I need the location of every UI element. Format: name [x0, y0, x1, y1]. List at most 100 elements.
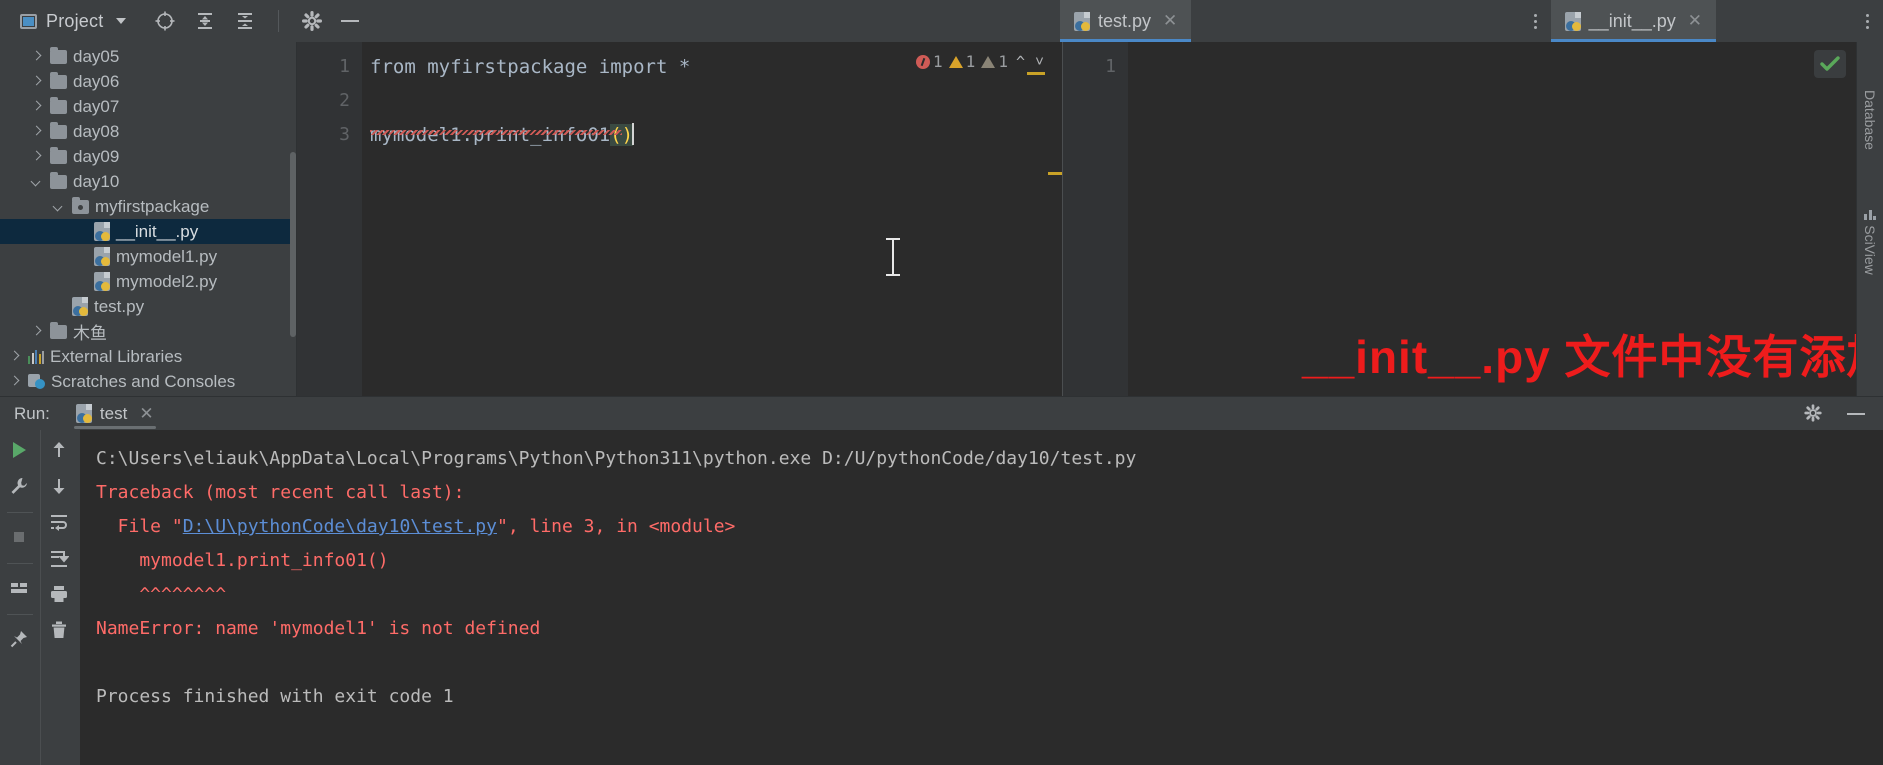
inspection-widget[interactable]: 1 1 1 ^ ˅ — [916, 52, 1046, 71]
chevron-right-icon[interactable] — [30, 50, 44, 64]
annotation-text: __init__.py 文件中没有添加__all__ — [1302, 331, 1883, 383]
project-label: Project — [46, 10, 104, 31]
tree-item-label: mymodel1.py — [116, 246, 218, 266]
tree-item-label: day05 — [73, 46, 120, 66]
weak-warning-badge[interactable]: 1 — [981, 52, 1008, 71]
sciview-icon — [1864, 210, 1876, 220]
console-line: NameError: name 'mymodel1' is not define… — [96, 618, 541, 639]
gear-icon[interactable] — [301, 10, 323, 32]
chevron-down-icon[interactable] — [52, 200, 66, 214]
python-file-icon — [75, 404, 92, 423]
tree-item-day05[interactable]: day05 — [0, 44, 296, 69]
tree-item-external-libraries[interactable]: External Libraries — [0, 344, 296, 369]
close-icon[interactable]: ✕ — [1688, 11, 1702, 31]
stop-icon[interactable] — [9, 527, 31, 549]
chevron-right-icon[interactable] — [30, 75, 44, 89]
tree-item-scratches-and-consoles[interactable]: Scratches and Consoles — [0, 369, 296, 394]
tree-item-[interactable]: 木鱼 — [0, 319, 296, 344]
collapse-all-icon[interactable] — [234, 10, 256, 32]
chevron-right-icon[interactable] — [30, 325, 44, 339]
tree-scrollbar[interactable] — [290, 152, 296, 337]
editor-code-left[interactable]: from myfirstpackage import * mymodel1.pr… — [362, 42, 1062, 396]
hide-panel-icon[interactable] — [1847, 403, 1869, 425]
locate-icon[interactable] — [154, 10, 176, 32]
editor-area: 1 2 3 from myfirstpackage import * mymod… — [297, 42, 1883, 396]
editor-tab-test-py[interactable]: test.py ✕ — [1060, 0, 1192, 42]
project-tree[interactable]: day05 day06 day07 day08 day09 day10 myfirstpac… — [0, 42, 296, 396]
tool-window-sciview[interactable]: SciView — [1862, 225, 1878, 275]
tree-item-label: Scratches and Consoles — [51, 371, 236, 391]
expand-all-icon[interactable] — [194, 10, 216, 32]
editor-test-py[interactable]: 1 2 3 from myfirstpackage import * mymod… — [297, 42, 1063, 396]
soft-wrap-icon[interactable] — [49, 512, 71, 534]
console-line: mymodel1.print_info01() — [96, 550, 389, 571]
trash-icon[interactable] — [49, 620, 71, 642]
tool-window-database[interactable]: Database — [1862, 90, 1878, 150]
console-file-link[interactable]: D:\U\pythonCode\day10\test.py — [183, 516, 497, 537]
gear-icon[interactable] — [1803, 403, 1825, 425]
tab-options-icon[interactable] — [1866, 13, 1869, 29]
tree-item-mymodel1-py[interactable]: mymodel1.py — [0, 244, 296, 269]
chevron-right-icon[interactable] — [30, 150, 44, 164]
arrow-down-icon[interactable] — [49, 476, 71, 498]
run-icon[interactable] — [9, 440, 31, 462]
scroll-to-end-icon[interactable] — [49, 548, 71, 570]
pin-icon[interactable] — [9, 629, 31, 651]
inspection-highlight-bar — [1027, 72, 1045, 75]
run-toolbar — [0, 430, 80, 765]
chevron-right-icon[interactable] — [30, 125, 44, 139]
code-line-3-text: mymodel1.print_info01 — [370, 124, 611, 146]
error-badge[interactable]: 1 — [916, 52, 943, 71]
close-icon[interactable]: ✕ — [139, 404, 153, 424]
run-console-output[interactable]: C:\Users\eliauk\AppData\Local\Programs\P… — [80, 430, 1883, 765]
folder-icon — [50, 321, 67, 339]
warning-icon — [948, 55, 963, 68]
project-window-icon — [20, 13, 37, 29]
prev-problem-icon[interactable]: ^ — [1014, 53, 1027, 71]
next-problem-icon[interactable]: ˅ — [1033, 52, 1046, 71]
chevron-right-icon[interactable] — [30, 100, 44, 114]
folder-icon — [50, 96, 67, 114]
chevron-down-icon[interactable] — [116, 18, 127, 24]
warning-stripe — [1048, 172, 1062, 175]
weak-warning-count: 1 — [998, 52, 1008, 71]
wrench-icon[interactable] — [9, 476, 31, 498]
error-icon — [916, 54, 931, 69]
tree-item-mymodel2-py[interactable]: mymodel2.py — [0, 269, 296, 294]
tree-item-day10[interactable]: day10 — [0, 169, 296, 194]
tree-item-day07[interactable]: day07 — [0, 94, 296, 119]
tab-options-icon[interactable] — [1533, 13, 1537, 29]
editor-tab-init-py[interactable]: __init__.py ✕ — [1550, 0, 1717, 42]
close-icon[interactable]: ✕ — [1163, 11, 1177, 31]
tree-item-day06[interactable]: day06 — [0, 69, 296, 94]
warning-badge[interactable]: 1 — [948, 52, 975, 71]
chevron-right-icon[interactable] — [8, 350, 22, 364]
python-file-icon — [1074, 11, 1090, 31]
text-caret — [632, 123, 635, 145]
print-icon[interactable] — [49, 584, 71, 606]
line-number: 3 — [339, 124, 350, 145]
tree-item-label: __init__.py — [116, 221, 199, 241]
console-line: C:\Users\eliauk\AppData\Local\Programs\P… — [96, 448, 1137, 469]
arrow-up-icon[interactable] — [49, 440, 71, 462]
chevron-right-icon[interactable] — [8, 375, 22, 389]
tree-item-day09[interactable]: day09 — [0, 144, 296, 169]
layout-icon[interactable] — [9, 578, 31, 600]
line-number: 2 — [339, 90, 350, 111]
run-panel-header-actions — [1803, 403, 1869, 425]
tree-item-day08[interactable]: day08 — [0, 119, 296, 144]
project-view-button[interactable]: Project — [14, 8, 132, 35]
tree-item-label: day08 — [73, 121, 120, 141]
run-config-tab[interactable]: test ✕ — [66, 397, 164, 430]
tree-item-init-py[interactable]: __init__.py — [0, 219, 296, 244]
console-line: Process finished with exit code 1 — [96, 686, 454, 707]
chevron-down-icon[interactable] — [30, 175, 44, 189]
package-folder-icon — [72, 196, 89, 214]
tree-item-label: day10 — [73, 171, 120, 191]
right-tool-strip: Database SciView — [1856, 42, 1883, 396]
tree-item-myfirstpackage[interactable]: myfirstpackage — [0, 194, 296, 219]
tree-item-test-py[interactable]: test.py — [0, 294, 296, 319]
hide-panel-icon[interactable] — [341, 10, 363, 32]
inspection-ok-icon[interactable] — [1814, 50, 1846, 78]
